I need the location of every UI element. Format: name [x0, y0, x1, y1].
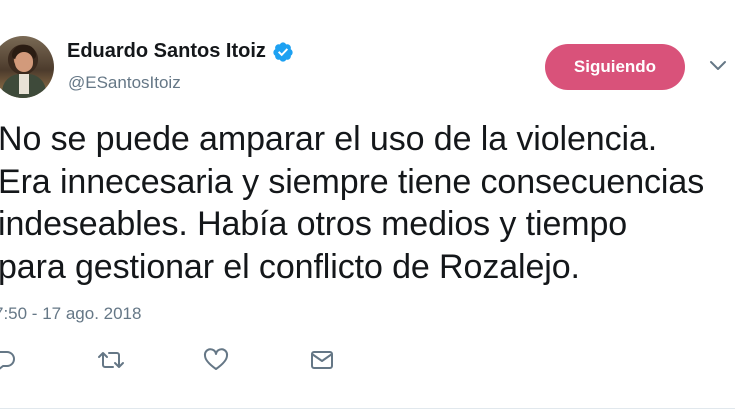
tweet-divider [0, 408, 735, 409]
retweet-icon[interactable] [97, 346, 125, 374]
author-handle[interactable]: @ESantosItoiz [68, 73, 181, 93]
following-button[interactable]: Siguiendo [545, 44, 685, 90]
heart-icon[interactable] [202, 346, 230, 374]
verified-badge-icon [272, 41, 294, 63]
author-avatar[interactable] [0, 36, 54, 98]
tweet-text: No se puede amparar el uso de la violenc… [0, 120, 705, 286]
chevron-down-icon[interactable] [708, 58, 728, 74]
envelope-icon[interactable] [308, 346, 336, 374]
tweet-timestamp[interactable]: 7:50 - 17 ago. 2018 [0, 304, 141, 324]
author-name[interactable]: Eduardo Santos Itoiz [67, 40, 266, 63]
author-name-row[interactable]: Eduardo Santos Itoiz [67, 40, 294, 63]
reply-icon[interactable] [0, 346, 18, 374]
